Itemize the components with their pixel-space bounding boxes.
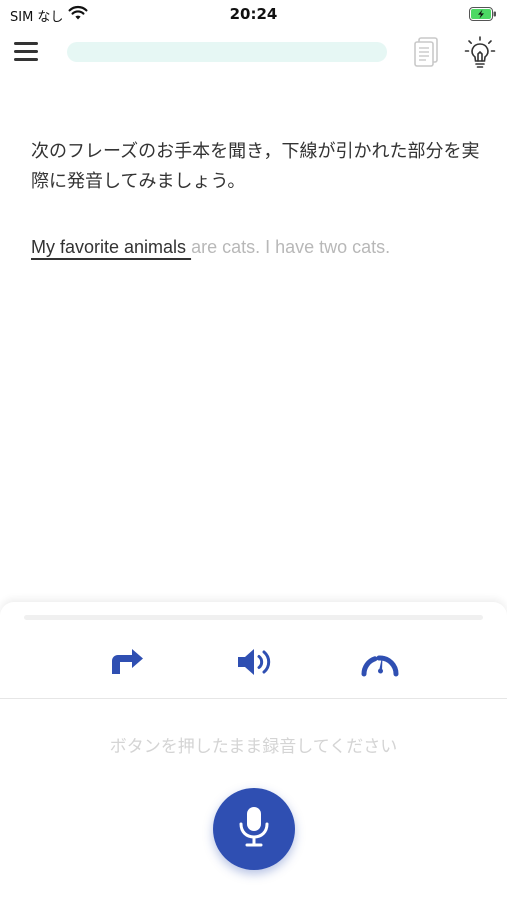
record-button[interactable] <box>213 788 295 870</box>
hold-to-record-instruction: ボタンを押したまま録音してください <box>109 737 398 757</box>
phrase-target-part: My favorite animals <box>31 237 192 257</box>
retry-icon[interactable] <box>105 640 149 684</box>
phrase-rest-part: are cats. I have two cats. <box>191 237 391 257</box>
lesson-progress-bar <box>67 42 387 62</box>
playback-controls <box>0 640 507 684</box>
battery-charging-icon <box>469 6 497 25</box>
lesson-instruction: 次のフレーズのお手本を聞き，下線が引かれた部分を実際に発音してみましょう。 <box>31 141 480 192</box>
panel-divider <box>0 698 507 699</box>
microphone-icon <box>237 805 271 853</box>
clock: 20:24 <box>229 5 278 23</box>
speed-gauge-icon[interactable] <box>358 640 402 684</box>
hamburger-menu-icon[interactable] <box>14 42 40 64</box>
top-nav <box>0 36 507 72</box>
recording-panel: ボタンを押したまま録音してください <box>0 602 507 900</box>
lightbulb-icon[interactable] <box>464 36 496 74</box>
panel-progress-track <box>24 615 483 620</box>
practice-phrase: My favorite animals are cats. I have two… <box>31 237 491 258</box>
notes-icon[interactable] <box>412 36 442 72</box>
speaker-icon[interactable] <box>233 640 277 684</box>
status-bar: SIM なし 20:24 <box>0 0 507 28</box>
